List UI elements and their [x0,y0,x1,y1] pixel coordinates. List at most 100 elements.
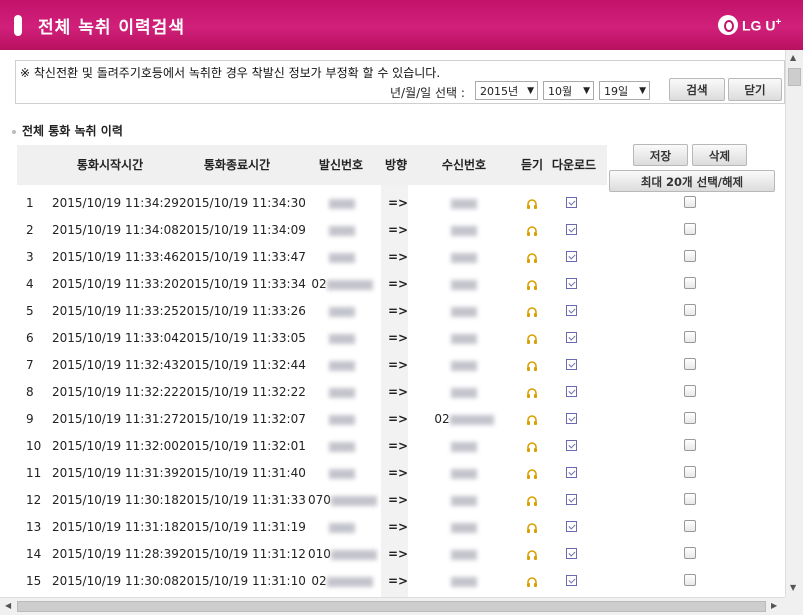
start-time: 2015/10/19 11:32:22 [52,385,179,399]
scrollbar-corner [785,597,803,615]
download-icon[interactable] [566,278,577,289]
caller-number [308,298,376,325]
select-checkbox[interactable] [684,250,696,262]
select-checkbox[interactable] [684,385,696,397]
direction-arrow: => [388,277,409,291]
masked-number [449,414,494,425]
start-time: 2015/10/19 11:28:39 [52,547,179,561]
close-button[interactable]: 닫기 [728,78,782,101]
download-icon[interactable] [566,332,577,343]
scroll-left-icon[interactable]: ◀ [5,601,11,610]
day-select[interactable]: 19일 ▼ [599,81,650,100]
select-checkbox[interactable] [684,331,696,343]
scroll-right-icon[interactable]: ▶ [771,601,777,610]
vertical-scroll-thumb[interactable] [788,68,801,86]
headphones-icon[interactable] [526,387,538,399]
lg-logo-icon [718,15,738,35]
horizontal-scroll-thumb[interactable] [17,601,766,612]
header-start-time: 통화시작시간 [76,158,144,172]
headphones-icon[interactable] [526,225,538,237]
masked-number [451,549,477,560]
caller-number [308,352,376,379]
delete-button[interactable]: 삭제 [692,144,747,166]
headphones-icon[interactable] [526,252,538,264]
vertical-scrollbar[interactable]: ▲ ▼ [785,50,803,597]
receiver-number [422,217,506,244]
receiver-prefix: 02 [434,412,450,426]
download-icon[interactable] [566,521,577,532]
download-icon[interactable] [566,224,577,235]
end-time: 2015/10/19 11:31:10 [179,574,306,588]
download-icon[interactable] [566,575,577,586]
download-icon[interactable] [566,467,577,478]
headphones-icon[interactable] [526,549,538,561]
headphones-icon[interactable] [526,414,538,426]
masked-number [330,495,377,506]
download-icon[interactable] [566,548,577,559]
download-icon[interactable] [566,197,577,208]
receiver-number [422,541,506,568]
select-checkbox[interactable] [684,574,696,586]
select-checkbox[interactable] [684,358,696,370]
scroll-down-icon[interactable]: ▼ [790,583,796,592]
select-checkbox[interactable] [684,304,696,316]
select-checkbox[interactable] [684,520,696,532]
start-time: 2015/10/19 11:33:04 [52,331,179,345]
select-checkbox[interactable] [684,223,696,235]
caller-prefix: 02 [311,277,327,291]
select-checkbox[interactable] [684,196,696,208]
horizontal-scrollbar[interactable]: ◀ ▶ [0,597,785,615]
masked-number [451,279,477,290]
window-title: 전체 녹취 이력검색 [38,18,185,38]
headphones-icon[interactable] [526,495,538,507]
select-checkbox[interactable] [684,412,696,424]
masked-number [451,387,477,398]
month-select[interactable]: 10월 ▼ [543,81,594,100]
caller-number: 02 [308,271,376,298]
receiver-number [422,190,506,217]
caller-number [308,433,376,460]
headphones-icon[interactable] [526,198,538,210]
download-icon[interactable] [566,413,577,424]
scroll-up-icon[interactable]: ▲ [790,53,796,62]
download-icon[interactable] [566,251,577,262]
row-number: 12 [26,493,42,507]
headphones-icon[interactable] [526,468,538,480]
select-max-button[interactable]: 최대 20개 선택/해제 [609,170,775,192]
row-number: 1 [26,196,34,210]
masked-number [329,387,355,398]
headphones-icon[interactable] [526,522,538,534]
start-time: 2015/10/19 11:32:00 [52,439,179,453]
headphones-icon[interactable] [526,441,538,453]
download-icon[interactable] [566,305,577,316]
search-button[interactable]: 검색 [669,78,725,101]
year-select[interactable]: 2015년 ▼ [475,81,538,100]
masked-number [451,495,477,506]
select-checkbox[interactable] [684,277,696,289]
headphones-icon[interactable] [526,306,538,318]
select-checkbox[interactable] [684,493,696,505]
headphones-icon[interactable] [526,360,538,372]
start-time: 2015/10/19 11:33:46 [52,250,179,264]
headphones-icon[interactable] [526,333,538,345]
headphones-icon[interactable] [526,576,538,588]
masked-number [451,306,477,317]
direction-arrow: => [388,250,409,264]
masked-number [329,468,355,479]
masked-number [451,468,477,479]
save-button[interactable]: 저장 [633,144,688,166]
caller-number [308,217,376,244]
row-number: 9 [26,412,34,426]
download-icon[interactable] [566,440,577,451]
select-checkbox[interactable] [684,439,696,451]
select-checkbox[interactable] [684,466,696,478]
download-icon[interactable] [566,494,577,505]
table-row: 9 2015/10/19 11:31:27 2015/10/19 11:32:07 =… [0,406,785,433]
download-icon[interactable] [566,386,577,397]
direction-arrow: => [388,574,409,588]
direction-arrow: => [388,412,409,426]
download-icon[interactable] [566,359,577,370]
select-checkbox[interactable] [684,547,696,559]
year-select-value: 2015년 [480,85,519,98]
headphones-icon[interactable] [526,279,538,291]
